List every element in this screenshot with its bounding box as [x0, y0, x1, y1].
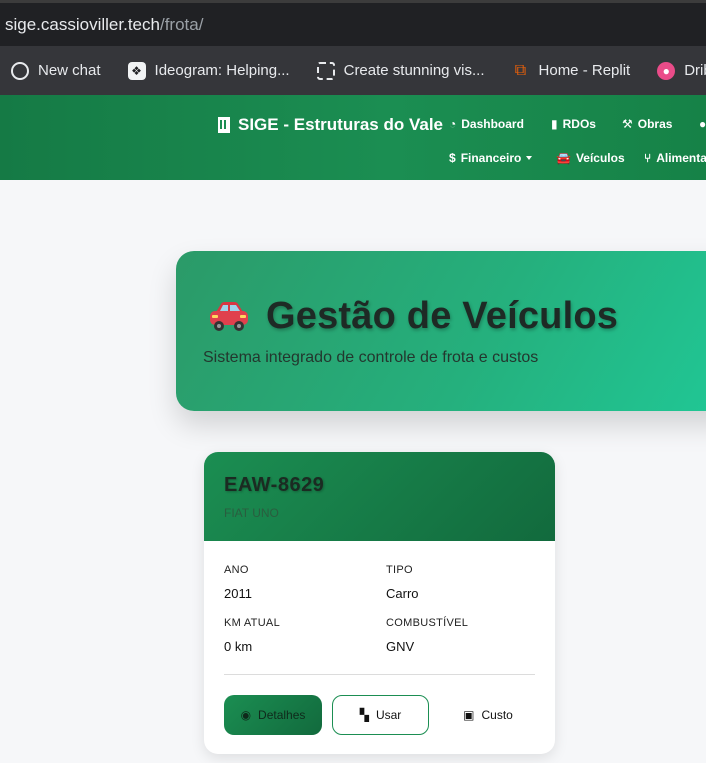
nav-veiculos[interactable]: 🚘 Veículos — [556, 151, 625, 165]
field-ano-value: 2011 — [224, 586, 252, 601]
field-km-label: KM ATUAL — [224, 617, 280, 629]
nav-rdos-label: RDOs — [562, 117, 596, 131]
gauge-icon: ◔ — [449, 117, 457, 131]
bookmark-new-chat[interactable]: New chat — [11, 61, 101, 80]
field-combustivel-label: COMBUSTÍVEL — [386, 617, 469, 629]
nav-obras[interactable]: ⚒ Obras — [622, 117, 672, 131]
car-icon — [210, 301, 248, 331]
nav-obras-label: Obras — [637, 117, 673, 131]
field-ano: ANO 2011 — [224, 564, 252, 601]
replit-icon: ⧉ — [514, 61, 527, 79]
bookmark-create-stunning[interactable]: Create stunning vis... — [316, 61, 485, 80]
nav-dashboard[interactable]: ◔ Dashboard — [449, 117, 524, 131]
building-icon — [218, 117, 230, 133]
users-icon: ● — [699, 117, 706, 131]
nav-dashboard-label: Dashboard — [461, 117, 524, 131]
car-icon: 🚘 — [556, 151, 571, 165]
url-path: /frota/ — [159, 14, 204, 34]
clipboard-icon: ▮ — [551, 117, 558, 131]
usar-button[interactable]: ▚ Usar — [332, 695, 429, 735]
detalhes-button[interactable]: ◉ Detalhes — [224, 695, 322, 735]
nav-alimentacao-label: Alimenta — [656, 151, 706, 165]
ideogram-icon: ❖ — [127, 61, 146, 80]
vehicle-card: EAW-8629 FIAT UNO ANO 2011 TIPO Carro KM… — [204, 452, 555, 754]
bookmark-label: Create stunning vis... — [343, 62, 485, 79]
nav-rdos[interactable]: ▮ RDOs — [551, 117, 596, 131]
chevron-down-icon — [526, 156, 533, 160]
dribbble-icon: ● — [657, 61, 676, 80]
utensils-icon: ⑂ — [644, 151, 652, 165]
url-host: sige.cassioviller.tech — [5, 14, 160, 34]
bookmarks-bar: New chat ❖ Ideogram: Helping... Create s… — [0, 46, 706, 95]
usar-button-label: Usar — [375, 708, 402, 722]
dollar-icon: $ — [449, 151, 456, 165]
bookmark-replit[interactable]: ⧉ Home - Replit — [512, 61, 631, 80]
app-navbar: SIGE - Estruturas do Vale ◔ Dashboard ▮ … — [0, 95, 706, 180]
nav-veiculos-label: Veículos — [575, 151, 625, 165]
field-combustivel-value: GNV — [386, 639, 415, 654]
field-km: KM ATUAL 0 km — [224, 617, 280, 654]
bookmark-label: Home - Replit — [538, 62, 631, 79]
bookmark-label: Ideogram: Helping... — [154, 62, 290, 79]
binoculars-icon: ▚ — [359, 708, 369, 722]
field-tipo: TIPO Carro — [386, 564, 419, 601]
field-combustivel: COMBUSTÍVEL GNV — [386, 617, 468, 654]
hero-banner: Gestão de Veículos Sistema integrado de … — [176, 251, 706, 411]
hammer-icon: ⚒ — [622, 117, 633, 131]
nav-users[interactable]: ● — [699, 117, 706, 131]
field-tipo-value: Carro — [386, 586, 419, 601]
bookmark-label: Dribb — [684, 62, 706, 79]
vehicle-card-header: EAW-8629 FIAT UNO — [204, 452, 555, 541]
field-km-value: 0 km — [224, 639, 253, 654]
nav-financeiro[interactable]: $ Financeiro — [449, 151, 533, 165]
card-divider — [224, 674, 535, 675]
openai-icon — [11, 61, 29, 80]
field-ano-label: ANO — [224, 564, 249, 576]
browser-address-bar[interactable]: sige.cassioviller.tech/frota/ — [0, 0, 706, 46]
money-icon: ▣ — [463, 708, 475, 722]
brand-name: SIGE - Estruturas do Vale — [238, 115, 444, 134]
nav-alimentacao[interactable]: ⑂ Alimenta — [644, 151, 706, 165]
page-subtitle: Sistema integrado de controle de frota e… — [203, 349, 539, 366]
bookmark-ideogram[interactable]: ❖ Ideogram: Helping... — [127, 61, 290, 80]
frame-icon — [316, 61, 335, 80]
field-tipo-label: TIPO — [386, 564, 413, 576]
detalhes-button-label: Detalhes — [258, 708, 306, 722]
bookmark-dribbble[interactable]: ● Dribb — [657, 61, 706, 80]
custo-button-label: Custo — [481, 708, 513, 722]
brand-link[interactable]: SIGE - Estruturas do Vale — [218, 115, 443, 135]
page-title: Gestão de Veículos — [208, 295, 618, 338]
vehicle-model: FIAT UNO — [224, 506, 279, 520]
page-title-text: Gestão de Veículos — [266, 295, 619, 337]
nav-financeiro-label: Financeiro — [460, 151, 522, 165]
eye-icon: ◉ — [240, 708, 252, 722]
bookmark-label: New chat — [38, 62, 101, 79]
vehicle-plate: EAW-8629 — [224, 474, 325, 496]
custo-button[interactable]: ▣ Custo — [439, 695, 537, 735]
